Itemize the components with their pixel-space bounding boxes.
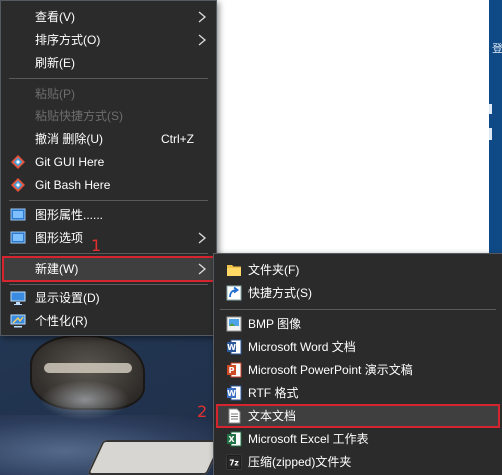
graphics-options-icon bbox=[10, 231, 26, 244]
undo-shortcut: Ctrl+Z bbox=[161, 132, 194, 146]
menu-item-view[interactable]: 查看(V) bbox=[3, 6, 214, 28]
folder-icon bbox=[227, 265, 241, 276]
word-document-icon: W bbox=[227, 339, 242, 355]
submenu-item-shortcut[interactable]: 快捷方式(S) bbox=[217, 282, 499, 304]
personalize-icon bbox=[10, 314, 26, 328]
new-submenu: 文件夹(F) 快捷方式(S) BMP 图像 W Microsoft Word 文… bbox=[213, 253, 502, 475]
menu-item-git-gui[interactable]: Git GUI Here bbox=[3, 151, 214, 173]
menu-separator bbox=[9, 253, 208, 254]
menu-item-personalize[interactable]: 个性化(R) bbox=[3, 310, 214, 332]
chevron-right-icon bbox=[198, 263, 207, 275]
submenu-item-zip-folder[interactable]: 7z 压缩(zipped)文件夹 bbox=[217, 451, 499, 473]
svg-text:W: W bbox=[227, 343, 236, 352]
submenu-item-rtf[interactable]: W RTF 格式 bbox=[217, 382, 499, 404]
menu-separator bbox=[9, 78, 208, 79]
wallpaper-mist bbox=[40, 380, 130, 420]
wallpaper-shape bbox=[86, 440, 224, 475]
menu-item-undo-delete[interactable]: 撤消 删除(U) Ctrl+Z bbox=[3, 128, 214, 150]
menu-item-display-settings[interactable]: 显示设置(D) bbox=[3, 287, 214, 309]
submenu-item-word[interactable]: W Microsoft Word 文档 bbox=[217, 336, 499, 358]
shortcut-icon bbox=[226, 285, 242, 301]
graphics-properties-icon bbox=[10, 208, 26, 221]
submenu-item-text-document[interactable]: 文本文档 bbox=[216, 404, 500, 428]
menu-item-paste-shortcut[interactable]: 粘贴快捷方式(S) bbox=[3, 105, 214, 127]
menu-item-paste[interactable]: 粘贴(P) bbox=[3, 83, 214, 105]
menu-item-graphics-properties[interactable]: 图形属性...... bbox=[3, 204, 214, 226]
excel-document-icon: X bbox=[227, 431, 242, 447]
display-icon bbox=[10, 291, 26, 305]
background-window-edge: 登 bbox=[489, 0, 502, 254]
menu-item-sort[interactable]: 排序方式(O) bbox=[3, 29, 214, 51]
chevron-right-icon bbox=[198, 34, 207, 46]
menu-separator bbox=[220, 309, 496, 310]
svg-text:P: P bbox=[229, 366, 235, 375]
svg-text:W: W bbox=[227, 389, 236, 398]
menu-item-new[interactable]: 新建(W) bbox=[2, 256, 215, 282]
menu-item-refresh[interactable]: 刷新(E) bbox=[3, 52, 214, 74]
git-icon bbox=[11, 155, 25, 169]
submenu-item-bmp[interactable]: BMP 图像 bbox=[217, 313, 499, 335]
submenu-item-powerpoint[interactable]: P Microsoft PowerPoint 演示文稿 bbox=[217, 359, 499, 381]
submenu-item-excel[interactable]: X Microsoft Excel 工作表 bbox=[217, 428, 499, 450]
step-number-2: 2 bbox=[197, 402, 208, 421]
menu-item-git-bash[interactable]: Git Bash Here bbox=[3, 174, 214, 196]
powerpoint-document-icon: P bbox=[227, 362, 242, 378]
text-document-icon bbox=[228, 408, 241, 424]
menu-separator bbox=[9, 284, 208, 285]
background-window-text: 登 bbox=[492, 43, 502, 55]
svg-text:X: X bbox=[228, 435, 235, 444]
rtf-document-icon: W bbox=[227, 385, 242, 401]
chevron-right-icon bbox=[198, 11, 207, 23]
svg-text:7z: 7z bbox=[229, 459, 239, 468]
zip-archive-icon: 7z bbox=[226, 454, 242, 470]
bmp-image-icon bbox=[226, 316, 242, 332]
chevron-right-icon bbox=[198, 232, 207, 244]
step-number-1: 1 bbox=[91, 236, 102, 255]
git-icon bbox=[11, 178, 25, 192]
desktop-context-menu: 查看(V) 排序方式(O) 刷新(E) 粘贴(P) 粘贴快捷方式(S) 撤消 删… bbox=[0, 0, 217, 336]
menu-item-graphics-options[interactable]: 图形选项 bbox=[3, 227, 214, 249]
submenu-item-folder[interactable]: 文件夹(F) bbox=[217, 259, 499, 281]
menu-separator bbox=[9, 200, 208, 201]
background-window bbox=[217, 0, 489, 254]
